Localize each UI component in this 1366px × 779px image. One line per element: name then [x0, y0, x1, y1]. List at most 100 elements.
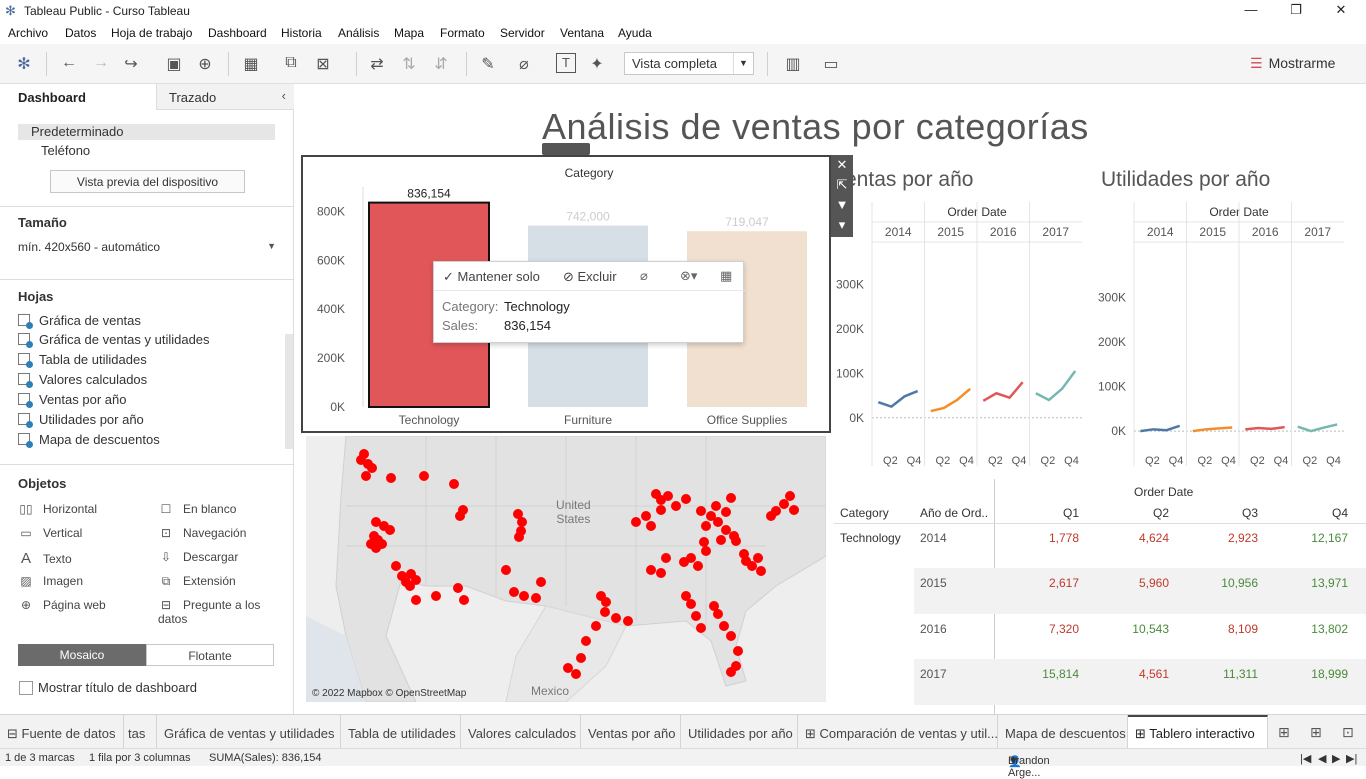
- attachment-icon[interactable]: ⌀: [640, 268, 648, 284]
- size-select[interactable]: mín. 420x560 - automático ▼: [18, 240, 276, 254]
- map-point: [756, 566, 766, 576]
- restore-icon[interactable]: ❐: [1281, 2, 1311, 18]
- menu-analisis[interactable]: Análisis: [338, 26, 379, 40]
- object-webpage[interactable]: ⊕ Página web: [18, 598, 106, 612]
- menu-datos[interactable]: Datos: [65, 26, 96, 40]
- tab-sheet[interactable]: Tabla de utilidades: [341, 715, 461, 749]
- menu-formato[interactable]: Formato: [440, 26, 485, 40]
- profit-by-year-chart[interactable]: Order Date0K100K200K300K2014Q2 Q42015Q2 Q4…: [1094, 202, 1356, 476]
- nav-last-icon[interactable]: ▶|: [1346, 752, 1357, 765]
- view-data-icon[interactable]: ▦: [720, 268, 732, 284]
- nav-first-icon[interactable]: |◀: [1300, 752, 1311, 765]
- group-icon[interactable]: ⌀: [513, 54, 535, 74]
- new-worksheet-icon[interactable]: ⊞: [1278, 724, 1290, 741]
- tab-sheet[interactable]: Utilidades por año: [681, 715, 798, 749]
- remove-icon[interactable]: ✕: [831, 155, 853, 175]
- sort-ascending-icon[interactable]: ⇅: [398, 54, 420, 74]
- object-navigation[interactable]: ⊡ Navegación: [158, 526, 246, 540]
- tab-layout[interactable]: Trazado ‹: [156, 84, 294, 110]
- tab-dashboard-active[interactable]: ⊞ Tablero interactivo: [1128, 715, 1268, 749]
- tab-sheet[interactable]: Ventas por año: [581, 715, 681, 749]
- check-icon: ✓: [443, 269, 458, 284]
- sheet-item[interactable]: Gráfica de ventas y utilidades: [18, 332, 210, 348]
- menu-archivo[interactable]: Archivo: [8, 26, 48, 40]
- exclude-button[interactable]: ⊘ Excluir: [563, 269, 617, 285]
- object-text[interactable]: A Texto: [18, 550, 72, 567]
- clear-icon[interactable]: ⊠: [312, 54, 334, 74]
- tab-data-source[interactable]: ⊟ Fuente de datos: [0, 715, 124, 749]
- object-image[interactable]: ▨ Imagen: [18, 574, 83, 588]
- new-dashboard-icon[interactable]: ⊞: [1310, 724, 1322, 741]
- undo-icon[interactable]: ←: [58, 54, 80, 72]
- duplicate-icon[interactable]: ⧉: [280, 54, 302, 72]
- menu-hoja[interactable]: Hoja de trabajo: [111, 26, 192, 40]
- more-options-icon[interactable]: ▾: [831, 215, 853, 235]
- floating-button[interactable]: Flotante: [146, 644, 274, 666]
- sort-descending-icon[interactable]: ⇵: [430, 54, 452, 74]
- filter-icon[interactable]: ▼: [831, 195, 853, 215]
- object-download[interactable]: ⇩ Descargar: [158, 550, 238, 564]
- object-blank[interactable]: ☐ En blanco: [158, 502, 237, 516]
- view-mode-select[interactable]: Vista completa ▼: [624, 52, 754, 75]
- menu-ayuda[interactable]: Ayuda: [618, 26, 652, 40]
- menu-servidor[interactable]: Servidor: [500, 26, 545, 40]
- sheet-item[interactable]: Mapa de descuentos: [18, 432, 160, 448]
- menu-ventana[interactable]: Ventana: [560, 26, 604, 40]
- tab-sheet[interactable]: Valores calculados: [461, 715, 581, 749]
- new-story-icon[interactable]: ⊡: [1342, 724, 1354, 741]
- show-me-button[interactable]: ☰ Mostrarme: [1250, 55, 1335, 72]
- y-tick-label: 600K: [317, 253, 345, 267]
- new-worksheet-icon[interactable]: ▦: [240, 54, 262, 74]
- object-extension[interactable]: ⧉ Extensión: [158, 574, 236, 589]
- header-divider: [834, 523, 1366, 524]
- map-canvas[interactable]: [306, 436, 826, 702]
- table-row-year: 2015: [920, 576, 947, 590]
- show-title-checkbox[interactable]: [19, 681, 33, 695]
- tab-dashboard[interactable]: Dashboard: [0, 84, 156, 110]
- keep-only-button[interactable]: ✓ Mantener solo: [443, 269, 540, 285]
- highlight-icon[interactable]: ✎: [477, 54, 499, 74]
- discount-map[interactable]: United States Mexico © 2022 Mapbox © Ope…: [306, 436, 826, 702]
- sheet-item[interactable]: Gráfica de ventas: [18, 313, 141, 329]
- swap-rows-cols-icon[interactable]: ⇄: [366, 54, 388, 74]
- sheet-item[interactable]: Ventas por año: [18, 392, 126, 408]
- tableau-icon[interactable]: ✻: [13, 54, 35, 74]
- tiled-button[interactable]: Mosaico: [18, 644, 146, 666]
- swap-icon[interactable]: ↪: [120, 54, 142, 74]
- nav-next-icon[interactable]: ▶: [1332, 752, 1340, 765]
- new-datasource-icon[interactable]: ⊕: [194, 54, 216, 74]
- tab-sheet[interactable]: tas: [124, 715, 157, 749]
- tab-sheet[interactable]: Mapa de descuentos: [998, 715, 1128, 749]
- go-to-sheet-icon[interactable]: ⇱: [831, 175, 853, 195]
- collapse-icon[interactable]: ‹: [282, 88, 286, 103]
- tab-sheet[interactable]: Gráfica de ventas y utilidades: [157, 715, 341, 749]
- group-members-icon[interactable]: ⊗▾: [680, 268, 697, 284]
- sheet-item[interactable]: Valores calculados: [18, 372, 147, 388]
- menu-historia[interactable]: Historia: [281, 26, 322, 40]
- object-horizontal[interactable]: ▯▯ Horizontal: [18, 502, 97, 516]
- presentation-icon[interactable]: ▭: [820, 54, 842, 74]
- sheet-item[interactable]: Tabla de utilidades: [18, 352, 147, 368]
- object-label: Texto: [43, 552, 72, 566]
- nav-prev-icon[interactable]: ◀: [1318, 752, 1326, 765]
- menu-mapa[interactable]: Mapa: [394, 26, 424, 40]
- sales-by-year-chart[interactable]: Order Date0K100K200K300K2014Q2 Q42015Q2 Q4…: [832, 202, 1094, 476]
- menu-dashboard[interactable]: Dashboard: [208, 26, 267, 40]
- sheet-item[interactable]: Utilidades por año: [18, 412, 144, 428]
- show-cards-icon[interactable]: ▥: [782, 54, 804, 74]
- device-preview-button[interactable]: Vista previa del dispositivo: [50, 170, 245, 193]
- device-default[interactable]: Predeterminado: [18, 124, 275, 140]
- object-ask-data[interactable]: ⊟ Pregunte a los datos: [158, 598, 293, 626]
- tab-dashboard[interactable]: ⊞ Comparación de ventas y util...: [798, 715, 998, 749]
- move-handle[interactable]: [542, 143, 590, 155]
- pin-icon[interactable]: ✦: [586, 54, 608, 74]
- redo-icon[interactable]: →: [90, 54, 112, 72]
- save-icon[interactable]: ▣: [163, 54, 185, 74]
- device-phone[interactable]: Teléfono: [41, 143, 90, 158]
- minimize-icon[interactable]: —: [1236, 2, 1266, 17]
- object-vertical[interactable]: ▭ Vertical: [18, 526, 82, 540]
- show-labels-icon[interactable]: T: [556, 53, 576, 73]
- sheets-scrollbar[interactable]: [285, 334, 293, 449]
- profit-table[interactable]: Order Date Category Año de Ord.. Q1 Q2 Q3 Q4 Te…: [834, 479, 1366, 714]
- close-icon[interactable]: ✕: [1326, 2, 1356, 18]
